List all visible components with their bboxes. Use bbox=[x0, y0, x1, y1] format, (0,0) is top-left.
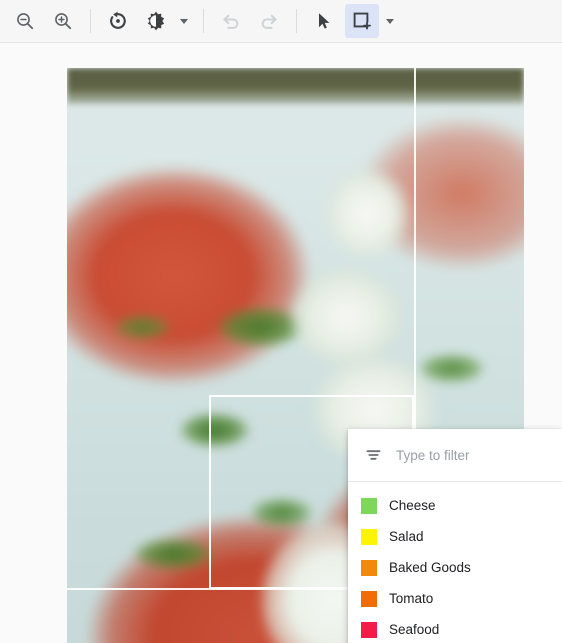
brightness-contrast-dropdown[interactable] bbox=[175, 4, 193, 38]
filter-icon bbox=[365, 447, 382, 464]
label-color-swatch bbox=[361, 621, 377, 638]
label-color-swatch bbox=[361, 559, 377, 576]
undo-button[interactable] bbox=[214, 4, 248, 38]
select-pointer-button[interactable] bbox=[307, 4, 341, 38]
label-color-swatch bbox=[361, 590, 377, 607]
add-bounding-box-button[interactable] bbox=[345, 4, 379, 38]
redo-button[interactable] bbox=[252, 4, 286, 38]
label-filter-row[interactable] bbox=[348, 429, 562, 482]
zoom-in-icon bbox=[53, 11, 73, 31]
brightness-contrast-button[interactable] bbox=[139, 4, 173, 38]
image-editor-toolbar bbox=[0, 0, 562, 43]
label-item-label: Cheese bbox=[389, 498, 436, 513]
label-item-label: Seafood bbox=[389, 622, 440, 637]
label-item-salad[interactable]: Salad bbox=[348, 521, 562, 552]
add-bounding-box-icon bbox=[351, 10, 373, 32]
select-pointer-icon bbox=[314, 11, 334, 31]
zoom-in-button[interactable] bbox=[46, 4, 80, 38]
chevron-down-icon bbox=[386, 18, 394, 24]
annotation-canvas[interactable]: Cheese Salad Baked Goods Tomato Seafood bbox=[0, 43, 562, 643]
label-filter-input[interactable] bbox=[396, 447, 536, 463]
zoom-out-icon bbox=[15, 11, 35, 31]
chevron-down-icon bbox=[180, 18, 188, 24]
label-item-label: Salad bbox=[389, 529, 424, 544]
label-item-cheese[interactable]: Cheese bbox=[348, 490, 562, 521]
label-color-swatch bbox=[361, 497, 377, 514]
zoom-out-button[interactable] bbox=[8, 4, 42, 38]
brightness-contrast-icon bbox=[145, 10, 167, 32]
redo-icon bbox=[258, 10, 280, 32]
toolbar-divider-2 bbox=[203, 9, 204, 33]
rotate-icon bbox=[107, 10, 129, 32]
label-color-swatch bbox=[361, 528, 377, 545]
photo-table-band bbox=[67, 68, 524, 104]
rotate-button[interactable] bbox=[101, 4, 135, 38]
label-item-seafood[interactable]: Seafood bbox=[348, 614, 562, 643]
label-picker-panel[interactable]: Cheese Salad Baked Goods Tomato Seafood bbox=[348, 429, 562, 643]
toolbar-divider-1 bbox=[90, 9, 91, 33]
label-item-label: Baked Goods bbox=[389, 560, 471, 575]
bounding-box-tool-dropdown[interactable] bbox=[381, 4, 399, 38]
undo-icon bbox=[220, 10, 242, 32]
label-item-label: Tomato bbox=[389, 591, 434, 606]
label-item-tomato[interactable]: Tomato bbox=[348, 583, 562, 614]
toolbar-divider-3 bbox=[296, 9, 297, 33]
label-item-baked-goods[interactable]: Baked Goods bbox=[348, 552, 562, 583]
label-list: Cheese Salad Baked Goods Tomato Seafood bbox=[348, 482, 562, 643]
